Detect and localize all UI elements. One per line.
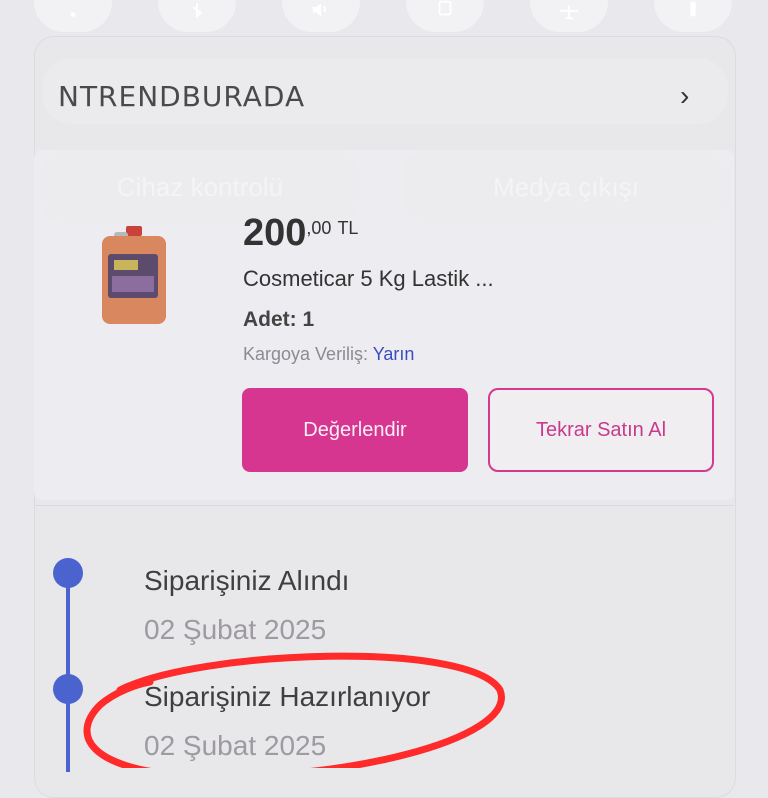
rotate-toggle[interactable] (406, 0, 484, 32)
rotate-icon (438, 0, 452, 16)
volume-toggle[interactable] (282, 0, 360, 32)
brand-title: NTRENDBURADA (58, 80, 306, 113)
volume-icon (312, 3, 327, 17)
airplane-icon (559, 5, 579, 20)
bluetooth-toggle[interactable] (158, 0, 236, 32)
rebuy-button[interactable]: Tekrar Satın Al (488, 388, 714, 472)
timeline-step-title: Siparişiniz Hazırlanıyor (144, 681, 431, 712)
timeline-step-date: 02 Şubat 2025 (144, 730, 327, 761)
product-quantity: Adet: 1 (243, 308, 315, 331)
timeline-step-date: 02 Şubat 2025 (144, 614, 327, 645)
wifi-icon (70, 12, 76, 17)
timeline-step-title: Siparişiniz Alındı (144, 565, 350, 596)
cargo-info: Kargoya Veriliş: Yarın (243, 344, 414, 365)
price-decimal: ,00 (306, 218, 332, 238)
section-divider (34, 505, 734, 506)
close-icon[interactable]: › (680, 80, 689, 112)
item-price: 200,00 TL (243, 212, 358, 255)
bluetooth-icon (192, 3, 203, 19)
wifi-toggle[interactable] (34, 0, 112, 32)
quick-settings-row (0, 0, 768, 32)
product-title[interactable]: Cosmeticar 5 Kg Lastik ... (243, 266, 494, 292)
cargo-label: Kargoya Veriliş: (243, 344, 373, 364)
flashlight-toggle[interactable] (654, 0, 732, 32)
media-output-button[interactable]: Medya çıkışı (402, 150, 730, 224)
price-main: 200 (243, 212, 307, 254)
price-currency: TL (337, 218, 359, 238)
timeline-dot (53, 674, 83, 704)
cargo-when: Yarın (372, 344, 415, 364)
airplane-toggle[interactable] (530, 0, 608, 32)
timeline-line (66, 572, 70, 772)
flashlight-icon (690, 1, 696, 17)
timeline-dot (53, 558, 83, 588)
review-button[interactable]: Değerlendir (242, 388, 468, 472)
product-image (102, 226, 166, 324)
